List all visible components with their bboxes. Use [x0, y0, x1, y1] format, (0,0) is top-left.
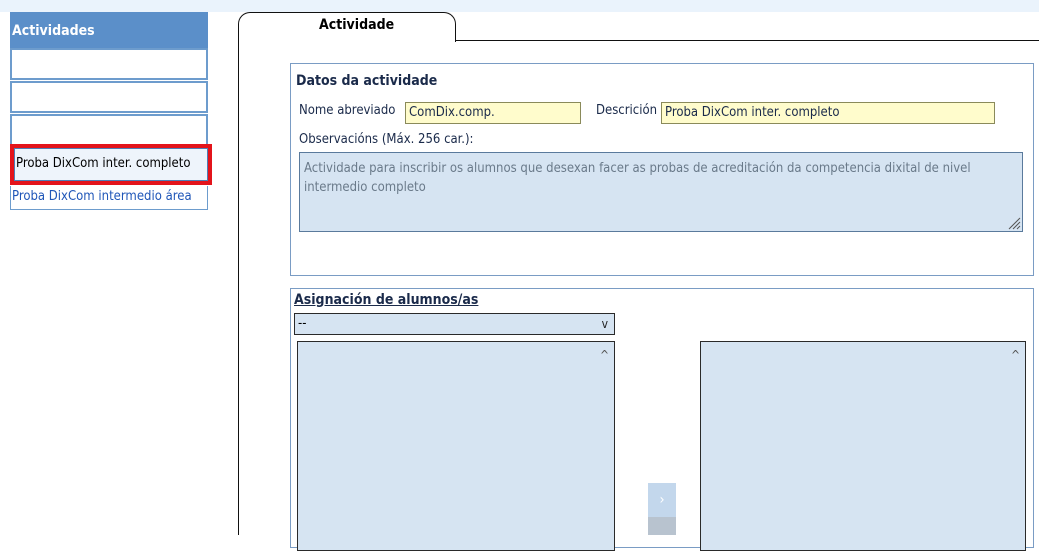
asignacion-panel-title: Asignación de alumnos/as — [294, 292, 479, 308]
move-button-shadow — [648, 517, 676, 535]
descricion-input[interactable]: Proba DixCom inter. completo — [661, 102, 995, 124]
sidebar-item-proba-intermedio-area[interactable]: Proba DixCom intermedio área — [10, 186, 208, 210]
nome-abreviado-label: Nome abreviado — [299, 103, 396, 118]
observacions-label: Observacións (Máx. 256 car.): — [299, 132, 474, 147]
tab-baseline — [455, 40, 1039, 41]
tab-actividade[interactable]: Actividade — [238, 12, 456, 42]
tab-actividade-label: Actividade — [319, 17, 395, 33]
observacions-text: Actividade para inscribir os alumnos que… — [304, 161, 971, 195]
sidebar-item-selected-highlight: Proba DixCom inter. completo — [10, 144, 212, 185]
sidebar-item-empty[interactable] — [10, 48, 208, 80]
grupo-select-value: -- — [298, 316, 307, 331]
datos-actividade-panel: Datos da actividade Nome abreviado ComDi… — [290, 63, 1034, 276]
grupo-select[interactable]: -- v — [294, 313, 615, 335]
sidebar-header: Actividades — [10, 12, 208, 48]
scroll-up-icon[interactable]: ^ — [600, 348, 609, 362]
tab-panel-border — [238, 41, 239, 535]
sidebar-item-empty[interactable] — [10, 81, 208, 113]
nome-abreviado-input[interactable]: ComDix.comp. — [405, 102, 581, 124]
datos-panel-title: Datos da actividade — [296, 73, 438, 89]
main-content: Actividade Datos da actividade Nome abre… — [233, 12, 1039, 551]
available-students-list[interactable]: ^ — [297, 341, 615, 551]
top-background-strip — [0, 0, 1039, 12]
sidebar-item-empty[interactable] — [10, 114, 208, 146]
move-right-button[interactable]: › — [648, 483, 676, 517]
assigned-students-list[interactable]: ^ — [700, 341, 1026, 551]
scroll-up-icon[interactable]: ^ — [1011, 348, 1020, 362]
descricion-label: Descrición — [596, 103, 658, 118]
resize-grip-icon[interactable] — [1007, 216, 1021, 230]
sidebar-item-proba-completo[interactable]: Proba DixCom inter. completo — [14, 148, 208, 181]
activities-sidebar: Actividades Proba DixCom inter. completo… — [10, 12, 212, 535]
chevron-down-icon: v — [601, 317, 608, 331]
observacions-textarea[interactable]: Actividade para inscribir os alumnos que… — [299, 152, 1023, 232]
